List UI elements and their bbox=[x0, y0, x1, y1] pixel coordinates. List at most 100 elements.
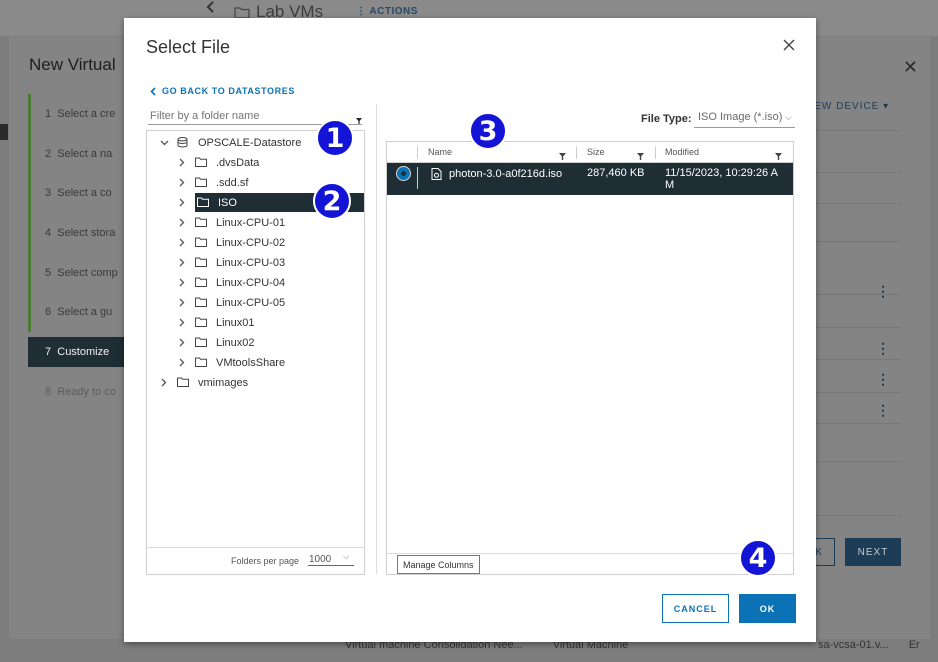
wizard-step[interactable]: 4 Select stora bbox=[28, 213, 128, 253]
table-row bbox=[807, 515, 901, 516]
chevron-right-icon[interactable] bbox=[177, 158, 187, 168]
wizard-step[interactable]: 6 Select a gu bbox=[28, 292, 128, 333]
tree-node-label: OPSCALE-Datastore bbox=[198, 136, 302, 149]
file-name: photon-3.0-a0f216d.iso bbox=[449, 168, 563, 180]
file-type-label: File Type: bbox=[641, 113, 692, 125]
tree-node-folder[interactable]: Linux-CPU-03 bbox=[177, 253, 364, 272]
chevron-right-icon[interactable] bbox=[177, 298, 187, 308]
tree-node-folder[interactable]: Linux01 bbox=[177, 313, 364, 332]
tree-node-label: Linux-CPU-05 bbox=[216, 296, 286, 309]
go-back-to-datastores-link[interactable]: GO BACK TO DATASTORES bbox=[150, 86, 295, 96]
filter-icon[interactable] bbox=[559, 149, 566, 160]
more-options-icon[interactable]: ⋮ bbox=[876, 283, 890, 300]
chevron-down-icon[interactable]: ⌵ bbox=[343, 552, 349, 562]
pane-divider bbox=[376, 104, 377, 574]
column-separator bbox=[417, 167, 418, 189]
file-grid: Name Size Modified photon-3.0-a0f216d.is… bbox=[386, 141, 794, 575]
chevron-right-icon[interactable] bbox=[177, 338, 187, 348]
more-options-icon[interactable]: ⋮ bbox=[876, 340, 890, 357]
table-row bbox=[807, 203, 901, 204]
grid-header: Name Size Modified bbox=[387, 142, 793, 163]
chevron-down-icon[interactable] bbox=[159, 138, 169, 148]
wizard-step[interactable]: 5 Select comp bbox=[28, 252, 128, 293]
actions-menu[interactable]: ⋮ ACTIONS bbox=[356, 6, 418, 17]
folder-icon bbox=[195, 237, 208, 248]
grid-footer: Manage Columns bbox=[387, 553, 793, 574]
chevron-right-icon[interactable] bbox=[177, 258, 187, 268]
folder-icon bbox=[195, 177, 208, 188]
folders-per-page-label: Folders per page bbox=[231, 556, 300, 566]
wizard-title: New Virtual bbox=[29, 55, 116, 74]
filter-icon[interactable] bbox=[775, 149, 782, 160]
step-label: Ready to co bbox=[57, 385, 116, 398]
close-icon[interactable]: ✕ bbox=[903, 57, 918, 78]
folder-icon bbox=[195, 257, 208, 268]
wizard-step[interactable]: 2 Select a na bbox=[28, 133, 128, 174]
step-number: 5 bbox=[45, 266, 52, 279]
column-separator bbox=[576, 146, 577, 159]
filter-icon[interactable] bbox=[356, 113, 362, 124]
tree-node-label: Linux-CPU-01 bbox=[216, 216, 286, 229]
column-header-modified[interactable]: Modified bbox=[665, 142, 699, 162]
tree-node-folder[interactable]: Linux-CPU-04 bbox=[177, 273, 364, 292]
chevron-right-icon[interactable] bbox=[159, 378, 169, 388]
more-options-icon[interactable]: ⋮ bbox=[876, 371, 890, 388]
file-modified-line1: 11/15/2023, 10:29:26 A bbox=[665, 167, 778, 179]
chevron-right-icon[interactable] bbox=[177, 318, 187, 328]
folder-icon bbox=[195, 217, 208, 228]
task-server: sa-vcsa-01.v... bbox=[818, 639, 889, 651]
table-row bbox=[807, 359, 901, 360]
chevron-right-icon[interactable] bbox=[177, 358, 187, 368]
folder-icon bbox=[195, 357, 208, 368]
table-row[interactable]: photon-3.0-a0f216d.iso 287,460 KB 11/15/… bbox=[387, 163, 793, 195]
chevron-down-icon[interactable]: ⌵ bbox=[785, 112, 792, 123]
step-label: Customize bbox=[57, 346, 110, 359]
tree-node-folder[interactable]: Linux-CPU-05 bbox=[177, 293, 364, 312]
add-new-device-button[interactable]: NEW DEVICE ▾ bbox=[806, 101, 889, 112]
table-row bbox=[807, 241, 901, 242]
wizard-step[interactable]: 3 Select a co bbox=[28, 173, 128, 214]
tree-node-folder-vmimages[interactable]: vmimages bbox=[159, 373, 359, 392]
dialog-title: Select File bbox=[146, 37, 231, 57]
cancel-button[interactable]: CANCEL bbox=[662, 594, 729, 623]
tree-node-label: ISO bbox=[218, 196, 237, 209]
chevron-right-icon[interactable] bbox=[177, 238, 187, 248]
close-icon[interactable] bbox=[782, 38, 798, 54]
row-radio-button[interactable] bbox=[396, 166, 411, 181]
chevron-left-icon[interactable] bbox=[206, 0, 222, 16]
tree-node-folder[interactable]: Linux02 bbox=[177, 333, 364, 352]
go-back-label: GO BACK TO DATASTORES bbox=[162, 86, 295, 96]
table-row bbox=[807, 423, 901, 424]
wizard-step-active[interactable]: 7 Customize bbox=[28, 337, 128, 368]
annotation-badge: 4 bbox=[739, 539, 777, 577]
table-row bbox=[807, 392, 901, 393]
tree-pagination: Folders per page 1000 ⌵ bbox=[147, 547, 364, 574]
task-status: Er bbox=[908, 639, 920, 651]
more-options-icon[interactable]: ⋮ bbox=[876, 402, 890, 419]
chevron-right-icon[interactable] bbox=[177, 198, 187, 208]
folder-icon bbox=[197, 197, 210, 208]
file-modified: 11/15/2023, 10:29:26 A M bbox=[665, 167, 778, 191]
actions-label: ACTIONS bbox=[369, 6, 418, 17]
tree-node-label: .sdd.sf bbox=[216, 176, 249, 189]
wizard-step[interactable]: 1 Select a cre bbox=[28, 94, 128, 134]
folder-icon bbox=[195, 277, 208, 288]
new-device-label: NEW DEVICE bbox=[806, 101, 880, 112]
file-type-select[interactable]: ISO Image (*.iso) bbox=[694, 111, 795, 128]
manage-columns-button[interactable]: Manage Columns bbox=[397, 555, 480, 574]
filter-icon[interactable] bbox=[637, 149, 644, 160]
folder-icon bbox=[234, 6, 250, 19]
next-button[interactable]: NEXT bbox=[845, 538, 901, 566]
chevron-right-icon[interactable] bbox=[177, 178, 187, 188]
table-row bbox=[807, 461, 901, 462]
column-header-size[interactable]: Size bbox=[587, 142, 605, 162]
tree-node-folder[interactable]: VMtoolsShare bbox=[177, 353, 364, 372]
ok-button[interactable]: OK bbox=[739, 594, 796, 623]
chevron-right-icon[interactable] bbox=[177, 218, 187, 228]
tree-node-folder[interactable]: Linux-CPU-02 bbox=[177, 233, 364, 252]
step-number: 3 bbox=[45, 187, 52, 200]
column-header-name[interactable]: Name bbox=[428, 142, 452, 162]
chevron-right-icon[interactable] bbox=[177, 278, 187, 288]
wizard-steps: 1 Select a cre 2 Select a na 3 Select a … bbox=[28, 94, 128, 412]
left-strip bbox=[0, 124, 8, 140]
